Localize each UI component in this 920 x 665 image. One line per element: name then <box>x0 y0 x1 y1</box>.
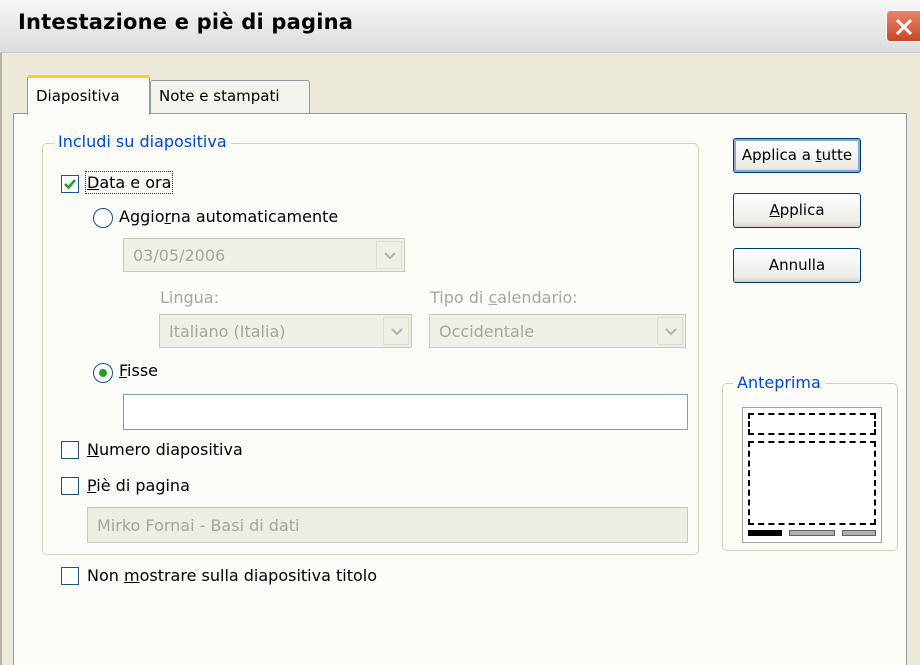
label-text: ostrare sulla diapositiva titolo <box>139 566 377 585</box>
calendar-type-dropdown[interactable]: Occidentale <box>429 314 686 348</box>
label-text: Aggio <box>119 207 165 226</box>
label-text: na automaticamente <box>170 207 339 226</box>
language-value: Italiano (Italia) <box>169 322 286 341</box>
tab-label: Note e stampati <box>159 87 280 105</box>
dont-show-title-checkbox[interactable] <box>61 567 79 585</box>
language-label: Lingua: <box>160 288 219 307</box>
dropdown-arrow[interactable] <box>383 317 409 345</box>
calendar-type-label: Tipo di calendario: <box>430 288 578 307</box>
window-frame <box>0 53 2 665</box>
accesskey: m <box>123 566 140 585</box>
fixed-radio[interactable] <box>93 363 113 383</box>
slide-number-checkbox[interactable] <box>61 441 79 459</box>
preview-title-placeholder <box>748 413 876 435</box>
label-text: Tipo di <box>430 288 489 307</box>
calendar-type-value: Occidentale <box>439 322 535 341</box>
radio-dot <box>99 369 107 377</box>
preview-date-placeholder <box>748 530 782 536</box>
accesskey: F <box>119 361 128 380</box>
label-text: iè di pagina <box>96 476 190 495</box>
chevron-down-icon <box>391 328 403 336</box>
chevron-down-icon <box>665 328 677 336</box>
button-text: utte <box>821 146 853 164</box>
include-group-legend: Includi su diapositiva <box>54 132 231 151</box>
language-dropdown[interactable]: Italiano (Italia) <box>159 314 412 348</box>
button-text: Applica a <box>741 146 816 164</box>
dialog-title: Intestazione e piè di pagina <box>18 10 354 34</box>
label-text: ata e ora <box>99 173 172 192</box>
auto-update-label[interactable]: Aggiorna automaticamente <box>119 207 338 226</box>
accesskey: D <box>87 173 100 192</box>
date-format-value: 03/05/2006 <box>133 246 226 265</box>
label-text: alendario: <box>497 288 578 307</box>
date-time-checkbox[interactable] <box>61 175 79 193</box>
footer-label[interactable]: Piè di pagina <box>87 476 190 495</box>
button-text: pplica <box>779 201 825 219</box>
label-text: Non <box>87 566 124 585</box>
preview-thumbnail <box>742 407 882 543</box>
close-button[interactable] <box>886 10 920 42</box>
date-format-dropdown[interactable]: 03/05/2006 <box>123 238 405 272</box>
auto-update-radio[interactable] <box>93 208 113 228</box>
accesskey: c <box>488 288 498 307</box>
dont-show-title-label[interactable]: Non mostrare sulla diapositiva titolo <box>87 566 377 585</box>
apply-to-all-button[interactable]: Applica a tutte <box>733 138 861 173</box>
preview-group-legend: Anteprima <box>733 373 825 392</box>
accesskey: A <box>769 201 780 219</box>
footer-text-input[interactable]: Mirko Fornai - Basi di dati <box>87 507 688 543</box>
checkmark-icon <box>64 179 76 190</box>
slide-number-label[interactable]: Numero diapositiva <box>87 440 243 459</box>
dropdown-arrow[interactable] <box>376 241 402 269</box>
preview-footer-placeholder <box>789 530 835 536</box>
apply-button[interactable]: Applica <box>733 193 861 228</box>
fixed-label[interactable]: Fisse <box>119 361 158 380</box>
preview-body-placeholder <box>748 441 876 525</box>
label-text: isse <box>127 361 159 380</box>
fixed-date-input[interactable] <box>123 394 688 430</box>
accesskey: N <box>87 440 99 459</box>
title-bar: Intestazione e piè di pagina <box>0 0 920 53</box>
date-time-label[interactable]: Data e ora <box>84 171 174 194</box>
close-icon <box>895 18 913 36</box>
cancel-button[interactable]: Annulla <box>733 248 861 283</box>
preview-number-placeholder <box>842 530 876 536</box>
footer-text-value: Mirko Fornai - Basi di dati <box>97 516 300 535</box>
accesskey: P <box>87 476 97 495</box>
chevron-down-icon <box>384 252 396 260</box>
tab-label: Diapositiva <box>36 87 120 105</box>
footer-checkbox[interactable] <box>61 477 79 495</box>
dropdown-arrow[interactable] <box>657 317 683 345</box>
tab-note-e-stampati[interactable]: Note e stampati <box>150 80 310 113</box>
label-text: umero diapositiva <box>98 440 243 459</box>
tab-diapositiva[interactable]: Diapositiva <box>27 75 150 115</box>
